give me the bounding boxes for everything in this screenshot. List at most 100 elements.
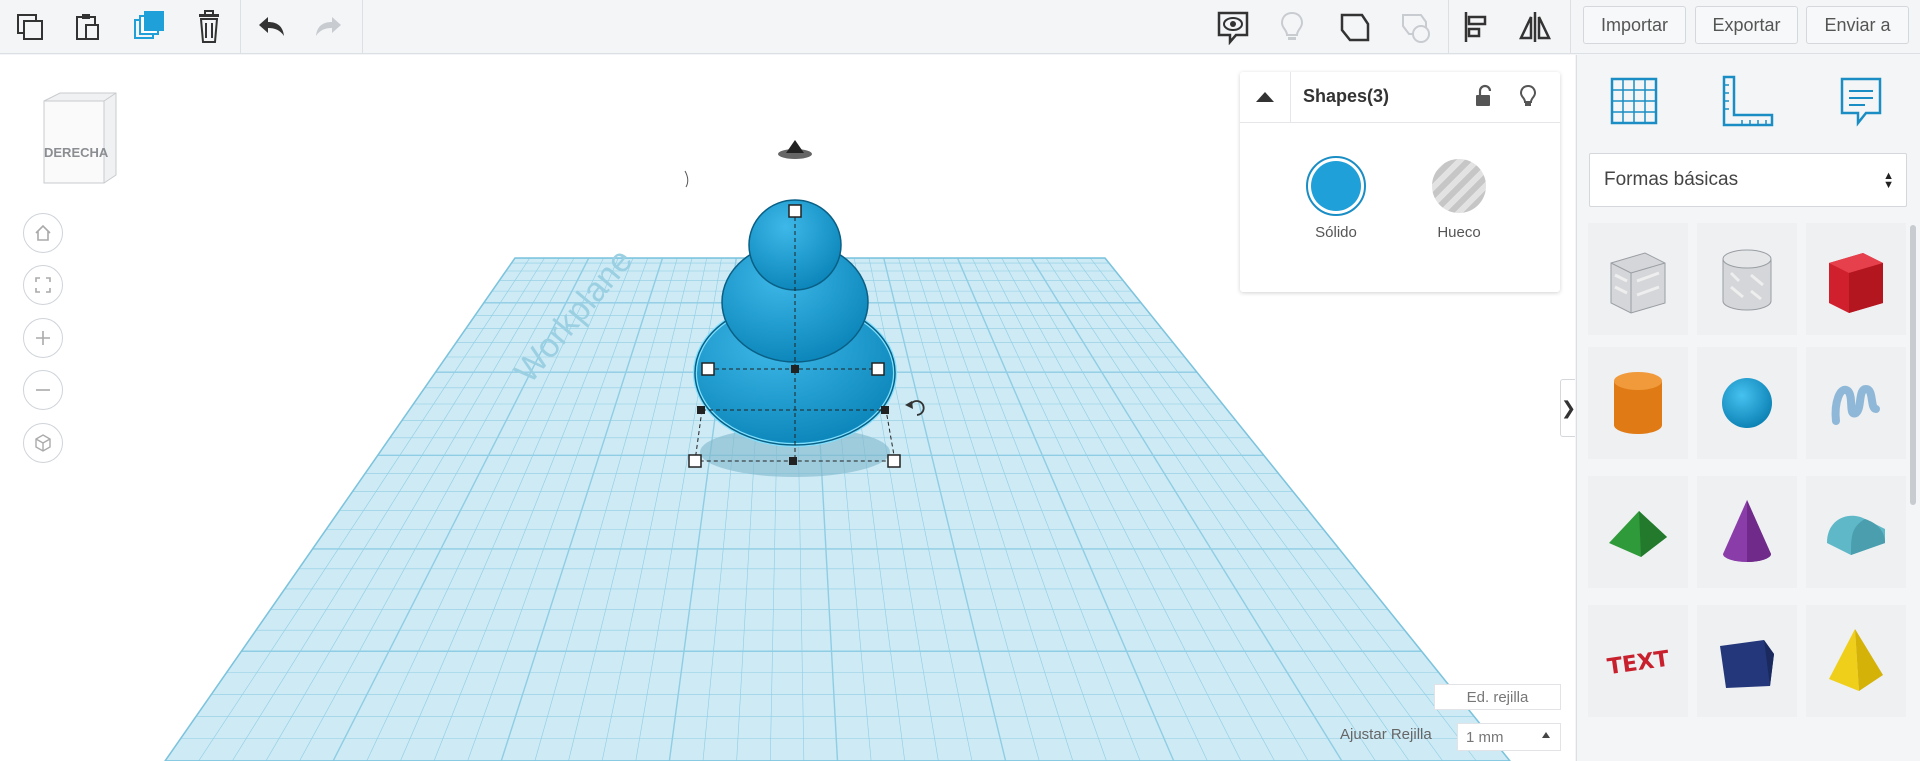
zoom-in-button[interactable]	[23, 318, 63, 358]
view-cube-icon	[43, 92, 117, 184]
undo-icon	[259, 17, 284, 36]
solid-label: Sólido	[1315, 224, 1357, 241]
home-view-button[interactable]	[23, 213, 63, 253]
fit-icon	[35, 277, 51, 293]
library-scrollbar[interactable]	[1910, 225, 1916, 505]
shape-tile-box-hole[interactable]	[1588, 223, 1688, 335]
scribble-icon	[1831, 384, 1880, 425]
perspective-button[interactable]	[23, 423, 63, 463]
shape-tile-cylinder[interactable]	[1588, 347, 1688, 459]
lightbulb-icon	[1280, 11, 1304, 40]
workplane-icon	[1340, 13, 1370, 42]
lock-button[interactable]	[1470, 82, 1498, 110]
inspector-title: Shapes(3)	[1303, 86, 1390, 106]
zoom-out-button[interactable]	[23, 370, 63, 410]
redo-button[interactable]	[306, 6, 352, 48]
duplicate-icon	[134, 11, 164, 39]
trash-icon	[199, 10, 219, 43]
copy-button[interactable]	[7, 6, 53, 48]
inspector-header: Shapes(3)	[1240, 72, 1560, 123]
minus-icon	[36, 389, 50, 391]
shape-tile-scribble[interactable]	[1806, 347, 1906, 459]
align-button[interactable]	[1453, 6, 1499, 48]
snap-grid-label: Ajustar Rejilla	[1340, 726, 1432, 743]
speech-note-icon	[1840, 77, 1882, 127]
copy-icon	[17, 14, 43, 40]
ruler-icon	[1722, 75, 1774, 127]
hole-label: Hueco	[1437, 224, 1481, 241]
text-3d-icon: TEXT	[1606, 647, 1671, 680]
align-icon	[1464, 12, 1487, 42]
shape-category-value: Formas básicas	[1604, 169, 1739, 190]
lift-handle[interactable]	[778, 140, 812, 159]
lightbulb-icon	[1519, 84, 1537, 106]
redo-icon	[316, 17, 341, 36]
collapse-inspector-button[interactable]	[1240, 72, 1291, 122]
shape-tile-box[interactable]	[1806, 223, 1906, 335]
plus-icon	[36, 331, 50, 345]
roof-icon	[1609, 511, 1667, 557]
cone-icon	[1723, 500, 1771, 562]
height-handle[interactable]	[788, 204, 802, 218]
view-cube-face-label: DERECHA	[44, 145, 109, 160]
mirror-button[interactable]	[1512, 6, 1558, 48]
fit-view-button[interactable]	[23, 265, 63, 305]
caret-up-icon	[1542, 732, 1550, 738]
round-roof-icon	[1827, 515, 1885, 555]
shape-inspector: Shapes(3) Sólido Hueco	[1240, 72, 1560, 292]
shape-tile-pyramid[interactable]	[1806, 605, 1906, 717]
box-hole-icon	[1610, 252, 1666, 314]
resize-handle-right[interactable]	[871, 362, 885, 376]
shape-tile-round-roof[interactable]	[1806, 476, 1906, 588]
snap-grid-value: 1 mm	[1466, 728, 1504, 746]
shape-tile-roof[interactable]	[1588, 476, 1688, 588]
send-to-button[interactable]: Enviar a	[1806, 6, 1909, 44]
light-button[interactable]	[1514, 82, 1542, 110]
shape-tile-sphere[interactable]	[1697, 347, 1797, 459]
grid-icon	[1610, 77, 1658, 125]
cylinder-icon	[1614, 372, 1662, 434]
view-cube[interactable]: DERECHA	[38, 91, 120, 191]
mirror-icon	[1519, 12, 1551, 42]
hint-button[interactable]	[1269, 6, 1315, 48]
ruler-tab[interactable]	[1718, 71, 1778, 131]
pyramid-icon	[1829, 629, 1883, 691]
box-icon	[1829, 253, 1883, 313]
shape-tile-text[interactable]: TEXT	[1588, 605, 1688, 717]
panel-toggle-button[interactable]: ❯	[1560, 379, 1575, 437]
sphere-icon	[1722, 378, 1772, 428]
edit-grid-button[interactable]: Ed. rejilla	[1434, 684, 1561, 710]
paste-button[interactable]	[65, 6, 111, 48]
cylinder-hole-icon	[1722, 249, 1772, 311]
delete-button[interactable]	[186, 6, 232, 48]
grid-view-tab[interactable]	[1604, 71, 1664, 131]
shape-tile-cone[interactable]	[1697, 476, 1797, 588]
resize-handle-bottom-left[interactable]	[688, 454, 702, 468]
ruler-icon	[1402, 14, 1430, 43]
caret-up-icon	[1256, 92, 1274, 102]
resize-handle-bottom-right[interactable]	[887, 454, 901, 468]
shape-tile-cylinder-hole[interactable]	[1697, 223, 1797, 335]
hole-swatch[interactable]	[1432, 159, 1486, 213]
workplane-button[interactable]	[1332, 6, 1378, 48]
import-button[interactable]: Importar	[1583, 6, 1686, 44]
notes-tab[interactable]	[1832, 71, 1892, 131]
cube-outline-icon	[35, 434, 51, 452]
unlock-icon	[1476, 84, 1492, 106]
snap-grid-select[interactable]: 1 mm	[1457, 723, 1561, 751]
undo-button[interactable]	[248, 6, 294, 48]
solid-swatch[interactable]	[1306, 156, 1366, 216]
shape-category-select[interactable]: Formas básicas ▲ ▼	[1589, 153, 1907, 207]
shape-tile-wedge[interactable]	[1697, 605, 1797, 717]
notes-button[interactable]	[1210, 6, 1256, 48]
notes-eye-icon	[1217, 11, 1249, 45]
resize-handle-left[interactable]	[701, 362, 715, 376]
duplicate-button[interactable]	[125, 6, 171, 48]
chevron-right-icon: ❯	[1560, 397, 1575, 419]
top-toolbar: Importar Exportar Enviar a	[0, 0, 1920, 54]
ruler-button[interactable]	[1393, 6, 1439, 48]
paste-icon	[76, 14, 99, 40]
export-button[interactable]: Exportar	[1695, 6, 1798, 44]
home-icon	[35, 224, 51, 241]
wedge-icon	[1720, 640, 1774, 688]
